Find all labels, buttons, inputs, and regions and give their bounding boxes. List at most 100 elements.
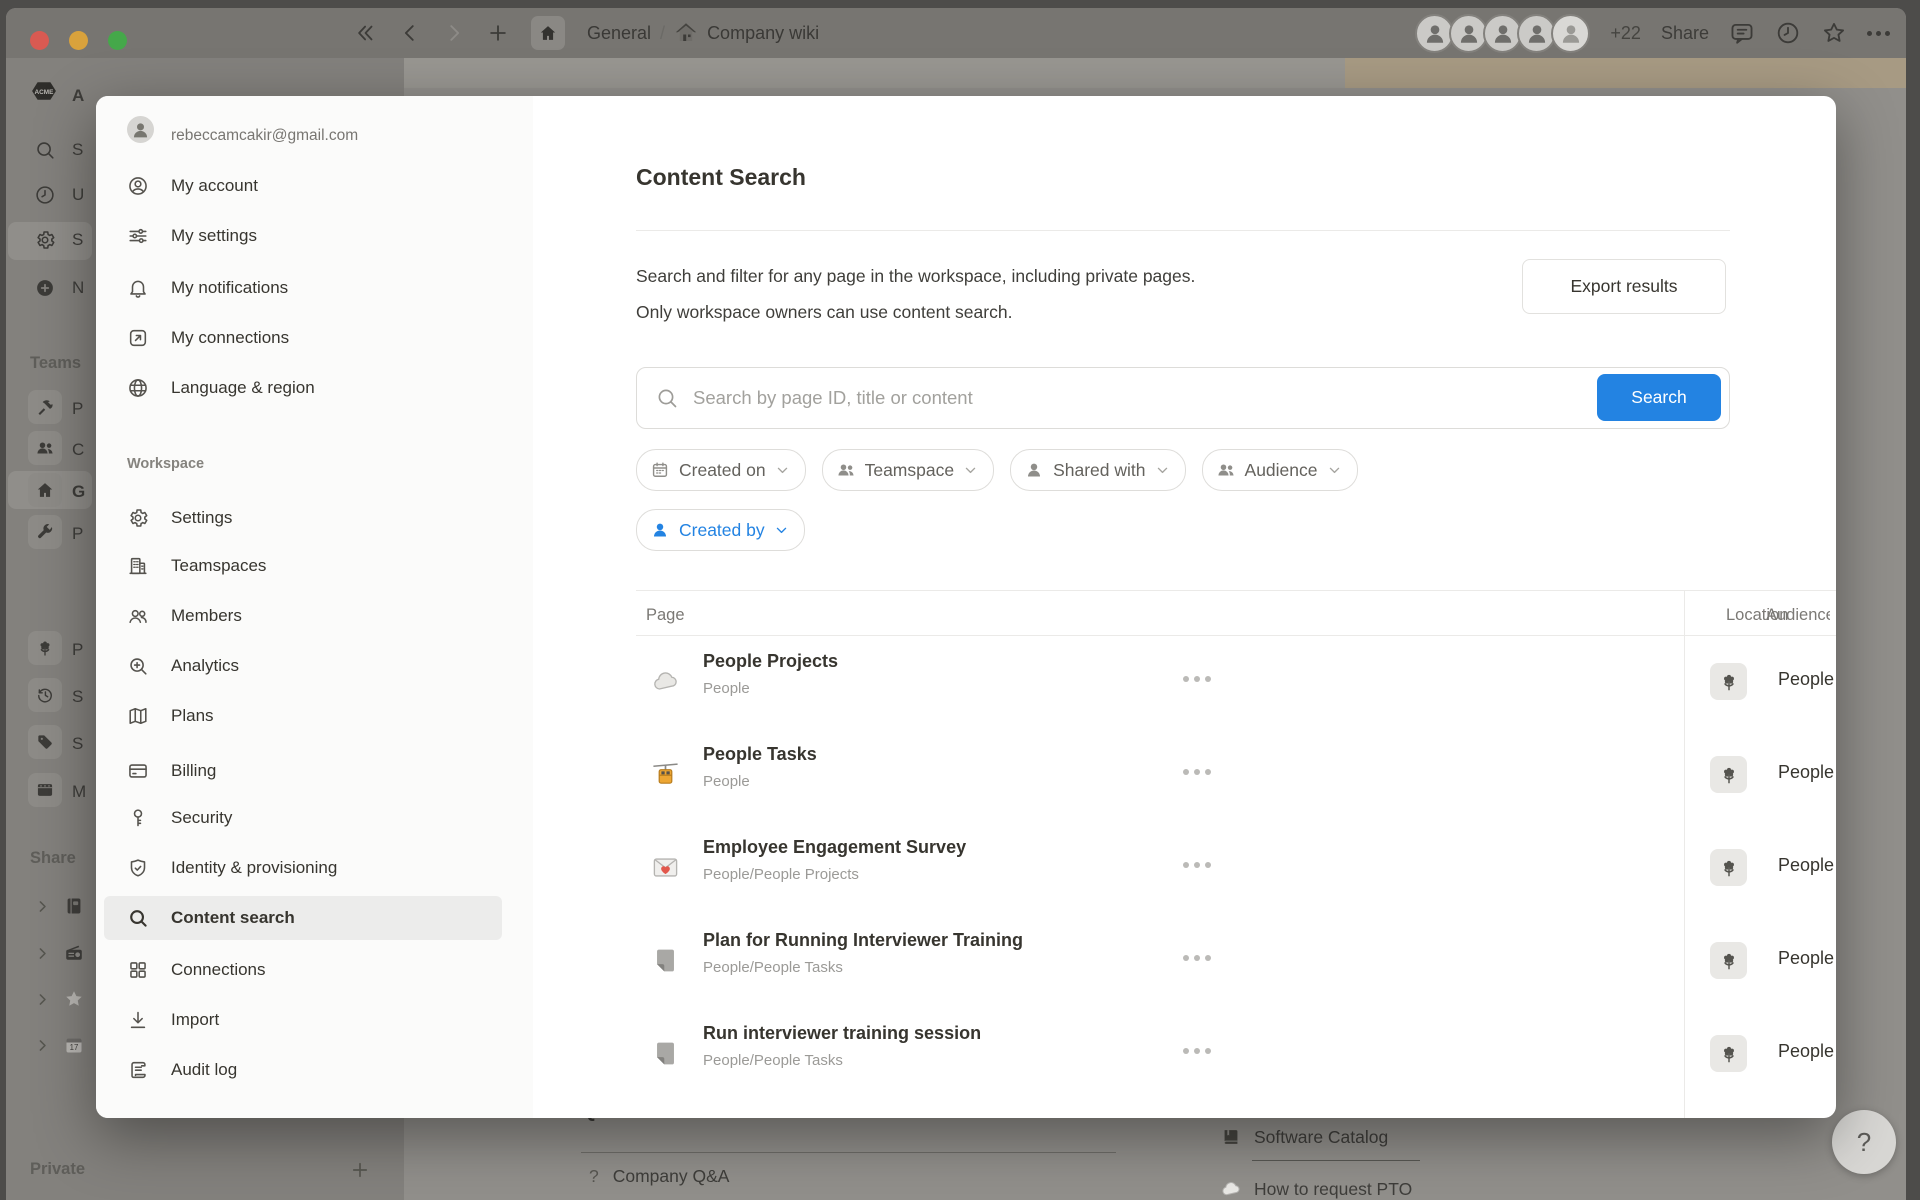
row-actions-ellipsis[interactable] — [1183, 1048, 1211, 1054]
teamspace-label-truncated: P — [72, 399, 83, 419]
private-section-label: Private — [30, 1160, 85, 1179]
credit-card-icon — [127, 760, 149, 782]
sidebar-item-label: Teamspaces — [171, 556, 266, 576]
row-actions-ellipsis[interactable] — [1183, 955, 1211, 961]
sidebar-item-analytics[interactable]: Analytics — [104, 644, 502, 688]
filter-chips-row-2: Created by — [636, 509, 805, 551]
teamspace-label-truncated: C — [72, 440, 84, 460]
cloud-page-icon — [651, 667, 680, 696]
filter-audience[interactable]: Audience — [1202, 449, 1358, 491]
chevron-down-icon — [775, 463, 790, 478]
link-label: Software Catalog — [1254, 1127, 1388, 1148]
sidebar-item-my-notifications[interactable]: My notifications — [104, 266, 502, 310]
sidebar-item-content-search[interactable]: Content search — [104, 896, 502, 940]
gear-icon — [34, 229, 56, 251]
globe-icon — [127, 377, 149, 399]
building-icon — [127, 555, 149, 577]
filter-teamspace[interactable]: Teamspace — [822, 449, 995, 491]
book-icon — [1220, 1126, 1242, 1148]
chevron-down-icon — [1327, 463, 1342, 478]
pto-link: How to request PTO — [1220, 1178, 1412, 1200]
sidebar-item-language-region[interactable]: Language & region — [104, 366, 502, 410]
sidebar-item-import[interactable]: Import — [104, 998, 502, 1042]
chevron-right-icon — [34, 1037, 51, 1054]
teamspace-item — [28, 515, 62, 549]
table-row[interactable]: People Projects People People Share — [636, 635, 1836, 728]
import-icon — [127, 1009, 149, 1031]
teamspace-label-truncated: P — [72, 524, 83, 544]
bell-icon — [127, 277, 149, 299]
scroll-icon — [127, 1059, 149, 1081]
row-actions-ellipsis[interactable] — [1183, 676, 1211, 682]
sidebar-item-my-account[interactable]: My account — [104, 164, 502, 208]
search-input[interactable] — [691, 374, 1525, 422]
sidebar-item-label: Connections — [171, 960, 266, 980]
page-path-cell: People — [703, 680, 750, 697]
export-results-button[interactable]: Export results — [1522, 259, 1726, 314]
grid-icon — [127, 959, 149, 981]
table-row[interactable]: Run interviewer training session People/… — [636, 1007, 1836, 1100]
row-actions-ellipsis[interactable] — [1183, 769, 1211, 775]
user-circle-icon — [127, 175, 149, 197]
shared-page-row — [34, 988, 85, 1010]
table-row[interactable]: Employee Engagement Survey People/People… — [636, 821, 1836, 914]
table-row[interactable]: Plan for Running Interviewer Training Pe… — [636, 914, 1836, 1007]
sidebar-item-label: Audit log — [171, 1060, 237, 1080]
sidebar-label-truncated: U — [72, 185, 84, 205]
settings-modal: rebeccamcakir@gmail.com My account My se… — [96, 96, 1836, 1118]
shared-section-label: Share — [30, 849, 76, 868]
users-icon — [35, 438, 55, 458]
radio-icon — [63, 942, 85, 964]
page-path-cell: People/People Tasks — [703, 1052, 843, 1069]
teamspace-flower-icon — [1710, 849, 1747, 886]
help-button: ? — [1832, 1110, 1896, 1174]
teams-section-label: Teams — [30, 354, 81, 373]
notebook-icon — [63, 895, 85, 917]
toolbar: General / Company wiki +22 Share — [6, 8, 1906, 58]
sidebar-item-teamspaces[interactable]: Teamspaces — [104, 544, 502, 588]
filter-label: Shared with — [1053, 460, 1145, 481]
sidebar-item-security[interactable]: Security — [104, 796, 502, 840]
filter-created-by[interactable]: Created by — [636, 509, 805, 551]
sidebar-item-label: Content search — [171, 908, 295, 928]
filter-shared-with[interactable]: Shared with — [1010, 449, 1185, 491]
svg-text:17: 17 — [70, 1043, 79, 1052]
teamspace-item — [28, 431, 62, 465]
arrow-up-right-square-icon — [127, 327, 149, 349]
teamspace-item — [28, 678, 62, 712]
teamspace-label-truncated: G — [72, 482, 85, 502]
table-border — [636, 590, 1836, 591]
sidebar-item-my-connections[interactable]: My connections — [104, 316, 502, 360]
teamspace-label-truncated: P — [72, 640, 83, 660]
sidebar-item-label: Billing — [171, 761, 216, 781]
sidebar-item-label: Import — [171, 1010, 219, 1030]
sidebar-item-identity-provisioning[interactable]: Identity & provisioning — [104, 846, 502, 890]
row-actions-ellipsis[interactable] — [1183, 862, 1211, 868]
teamspace-item — [28, 390, 62, 424]
breadcrumb-root-icon — [531, 16, 565, 50]
default-page-icon — [651, 946, 680, 975]
calendar-icon — [650, 460, 670, 480]
software-catalog-link: Software Catalog — [1220, 1126, 1388, 1148]
sidebar-item-my-settings[interactable]: My settings — [104, 214, 502, 258]
add-private-page-icon — [350, 1160, 370, 1180]
filter-created-on[interactable]: Created on — [636, 449, 806, 491]
sidebar-label-truncated: S — [72, 230, 83, 250]
sidebar-item-billing[interactable]: Billing — [104, 749, 502, 793]
sidebar-item-members[interactable]: Members — [104, 594, 502, 638]
filter-chips-row: Created on Teamspace Shared with Audienc… — [636, 449, 1358, 491]
history-icon — [35, 685, 55, 705]
table-row[interactable]: People Tasks People People Share — [636, 728, 1836, 821]
sidebar-item-settings — [34, 229, 56, 251]
sidebar-item-label: My settings — [171, 226, 257, 246]
sidebar-item-search — [34, 139, 56, 161]
share-button: Share — [1661, 23, 1709, 44]
company-qa-link: ? Company Q&A — [589, 1166, 729, 1187]
sidebar-item-settings[interactable]: Settings — [104, 496, 502, 540]
divider — [636, 230, 1730, 231]
sidebar-item-connections[interactable]: Connections — [104, 948, 502, 992]
sidebar-item-plans[interactable]: Plans — [104, 694, 502, 738]
film-icon — [35, 780, 55, 800]
sidebar-item-audit-log[interactable]: Audit log — [104, 1048, 502, 1092]
search-button[interactable]: Search — [1597, 374, 1721, 421]
